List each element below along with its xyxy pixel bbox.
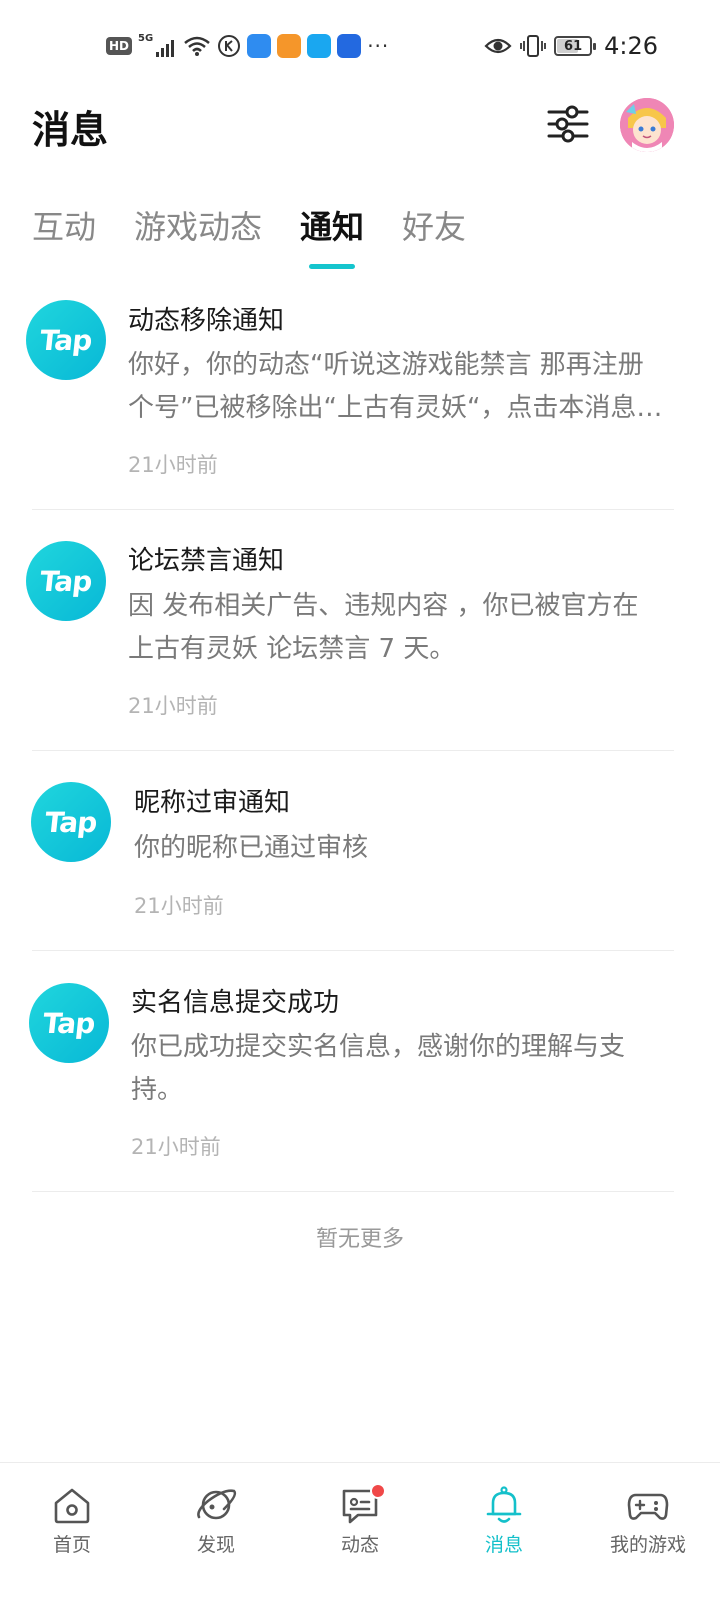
status-left: HD 5G ··· bbox=[106, 32, 389, 60]
tab-friends[interactable]: 好友 bbox=[402, 204, 466, 274]
nav-my-games[interactable]: 我的游戏 bbox=[576, 1463, 720, 1600]
play-app-icon bbox=[277, 34, 302, 58]
search-app-icon bbox=[307, 34, 332, 58]
k-app-icon bbox=[218, 35, 241, 57]
notice-body: 你的昵称已通过审核 bbox=[134, 833, 369, 863]
status-bar: HD 5G ··· 61 4:26 bbox=[0, 0, 720, 92]
gamepad-icon bbox=[627, 1493, 669, 1520]
tab-interaction[interactable]: 互动 bbox=[32, 204, 96, 274]
status-right: 61 4:26 bbox=[484, 30, 658, 62]
bulb-app-icon bbox=[337, 34, 362, 58]
list-item[interactable]: Tap 论坛禁言通知 因 发布相关广告、违规内容 ，你已被官方在 上古有灵妖 论… bbox=[0, 510, 720, 751]
bell-icon bbox=[486, 1486, 522, 1523]
nav-home-label: 首页 bbox=[52, 1534, 91, 1556]
notice-time: 21小时前 bbox=[128, 694, 218, 718]
nav-feed-label: 动态 bbox=[340, 1534, 379, 1556]
notification-list: Tap 动态移除通知 你好，你的动态“听说这游戏能禁言 那再注册个号”已被移除出… bbox=[0, 270, 720, 1192]
tap-logo-text: Tap bbox=[38, 564, 94, 598]
notice-time: 21小时前 bbox=[128, 453, 218, 477]
nav-messages-label: 消息 bbox=[484, 1534, 523, 1556]
battery-level: 61 bbox=[564, 38, 583, 54]
page-title: 消息 bbox=[32, 108, 109, 152]
nav-messages[interactable]: 消息 bbox=[432, 1463, 576, 1600]
filter-settings-button[interactable] bbox=[546, 102, 590, 146]
vibrate-icon bbox=[520, 35, 546, 57]
sliders-icon bbox=[547, 105, 589, 143]
list-item[interactable]: Tap 实名信息提交成功 你已成功提交实名信息，感谢你的理解与支持。 21小时前 bbox=[0, 951, 720, 1192]
signal-icon: 5G bbox=[138, 34, 177, 58]
message-tabs: 互动 游戏动态 通知 好友 bbox=[32, 204, 466, 274]
notice-body: 因 发布相关广告、违规内容 ，你已被官方在 上古有灵妖 论坛禁言 7 天。 bbox=[128, 591, 639, 664]
tap-logo-text: Tap bbox=[43, 805, 99, 839]
wifi-icon bbox=[184, 36, 210, 56]
divider bbox=[32, 1191, 674, 1192]
avatar[interactable] bbox=[620, 98, 674, 152]
list-item[interactable]: Tap 昵称过审通知 你的昵称已通过审核 21小时前 bbox=[0, 751, 720, 951]
tap-logo-text: Tap bbox=[38, 323, 94, 357]
bird-app-icon bbox=[247, 34, 272, 58]
notice-body: 你已成功提交实名信息，感谢你的理解与支持。 bbox=[131, 1032, 626, 1105]
bottom-nav: 首页 发现 动态 消息 我的游戏 bbox=[0, 1462, 720, 1600]
planet-icon bbox=[197, 1489, 237, 1520]
active-tab-indicator bbox=[309, 264, 356, 269]
clock: 4:26 bbox=[604, 32, 658, 60]
nav-discover-label: 发现 bbox=[196, 1534, 235, 1556]
home-icon bbox=[54, 1488, 90, 1524]
notice-time: 21小时前 bbox=[131, 1135, 221, 1159]
avatar-image bbox=[620, 98, 674, 152]
tab-game-updates[interactable]: 游戏动态 bbox=[134, 204, 262, 274]
tap-logo-icon: Tap bbox=[31, 782, 111, 862]
tap-logo-icon: Tap bbox=[26, 300, 106, 380]
tab-notifications[interactable]: 通知 bbox=[300, 204, 364, 274]
nav-my-games-label: 我的游戏 bbox=[609, 1534, 686, 1556]
battery-icon: 61 bbox=[554, 36, 597, 56]
nav-home[interactable]: 首页 bbox=[0, 1463, 144, 1600]
unread-badge bbox=[370, 1483, 386, 1499]
notice-title: 论坛禁言通知 bbox=[128, 546, 285, 576]
tap-logo-icon: Tap bbox=[29, 983, 109, 1063]
tap-logo-text: Tap bbox=[41, 1006, 97, 1040]
notice-title: 昵称过审通知 bbox=[134, 788, 291, 818]
hd-icon: HD bbox=[106, 37, 133, 55]
no-more-text: 暂无更多 bbox=[315, 1227, 404, 1252]
notice-body: 你好，你的动态“听说这游戏能禁言 那再注册个号”已被移除出“上古有灵妖“，点击本… bbox=[128, 350, 663, 423]
list-item[interactable]: Tap 动态移除通知 你好，你的动态“听说这游戏能禁言 那再注册个号”已被移除出… bbox=[0, 270, 720, 510]
eye-icon bbox=[484, 38, 512, 54]
nav-feed[interactable]: 动态 bbox=[288, 1463, 432, 1600]
notice-title: 动态移除通知 bbox=[128, 306, 285, 336]
tap-logo-icon: Tap bbox=[26, 541, 106, 621]
more-notifications-icon: ··· bbox=[367, 34, 390, 58]
network-label: 5G bbox=[138, 33, 154, 44]
tab-notifications-label: 通知 bbox=[300, 208, 365, 246]
nav-discover[interactable]: 发现 bbox=[144, 1463, 288, 1600]
notice-time: 21小时前 bbox=[134, 894, 224, 918]
notice-title: 实名信息提交成功 bbox=[131, 988, 340, 1018]
